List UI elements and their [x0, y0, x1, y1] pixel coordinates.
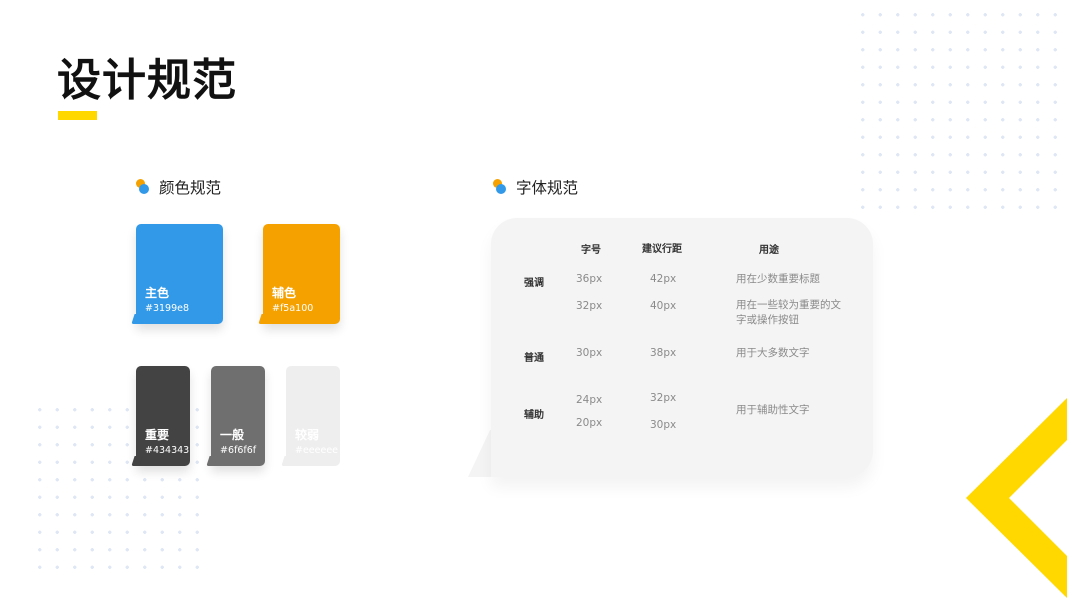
color-section-heading: 颜色规范	[136, 176, 221, 198]
line-spacing-value: 42px	[650, 273, 677, 285]
swatch-name: 一般	[220, 428, 245, 442]
usage-text: 用在一些较为重要的文字或操作按钮	[736, 299, 841, 326]
usage-text: 用于辅助性文字	[736, 404, 810, 416]
line-spacing-value: 40px	[650, 300, 677, 312]
mid-gray-swatch: 一般 #6f6f6f	[211, 366, 265, 466]
color-section-label: 颜色规范	[159, 179, 222, 197]
font-section-heading: 字体规范	[493, 176, 578, 198]
swatch-name: 重要	[145, 428, 170, 442]
yellow-chevron-decoration	[966, 398, 1067, 598]
swatch-hex: #6f6f6f	[220, 445, 257, 456]
bullet-icon	[136, 179, 150, 195]
column-header-spacing: 建议行距	[642, 244, 682, 255]
swatch-hex: #f5a100	[272, 303, 314, 314]
column-header-size: 字号	[581, 245, 601, 256]
line-spacing-value: 32px	[650, 392, 677, 404]
swatch-hex: #434343	[145, 445, 190, 456]
font-size-value: 36px	[576, 273, 603, 285]
swatch-name: 主色	[145, 286, 170, 300]
swatch-hex: #3199e8	[145, 303, 190, 314]
row-label-emphasis: 强调	[524, 278, 544, 289]
secondary-color-swatch: 辅色 #f5a100	[263, 224, 340, 324]
swatch-name: 辅色	[272, 286, 297, 300]
line-spacing-value: 30px	[650, 419, 677, 431]
page-title: 设计规范	[57, 55, 237, 106]
row-label-auxiliary: 辅助	[524, 410, 544, 421]
font-size-value: 30px	[576, 347, 603, 359]
swatch-hex: #eeeeee	[295, 445, 339, 456]
dot-pattern-top-right	[854, 6, 1067, 216]
column-header-usage: 用途	[759, 245, 779, 256]
font-size-value: 24px	[576, 394, 603, 406]
dark-gray-swatch: 重要 #434343	[136, 366, 190, 466]
primary-color-swatch: 主色 #3199e8	[136, 224, 223, 324]
swatch-name: 较弱	[295, 428, 320, 442]
bullet-icon	[493, 179, 507, 195]
font-size-value: 32px	[576, 300, 603, 312]
font-section-label: 字体规范	[516, 179, 579, 197]
row-label-normal: 普通	[524, 353, 544, 364]
usage-text: 用在少数重要标题	[736, 273, 820, 285]
light-gray-swatch: 较弱 #eeeeee	[286, 366, 340, 466]
title-underline	[58, 111, 97, 120]
font-size-value: 20px	[576, 417, 603, 429]
usage-text: 用于大多数文字	[736, 347, 810, 359]
line-spacing-value: 38px	[650, 347, 677, 359]
